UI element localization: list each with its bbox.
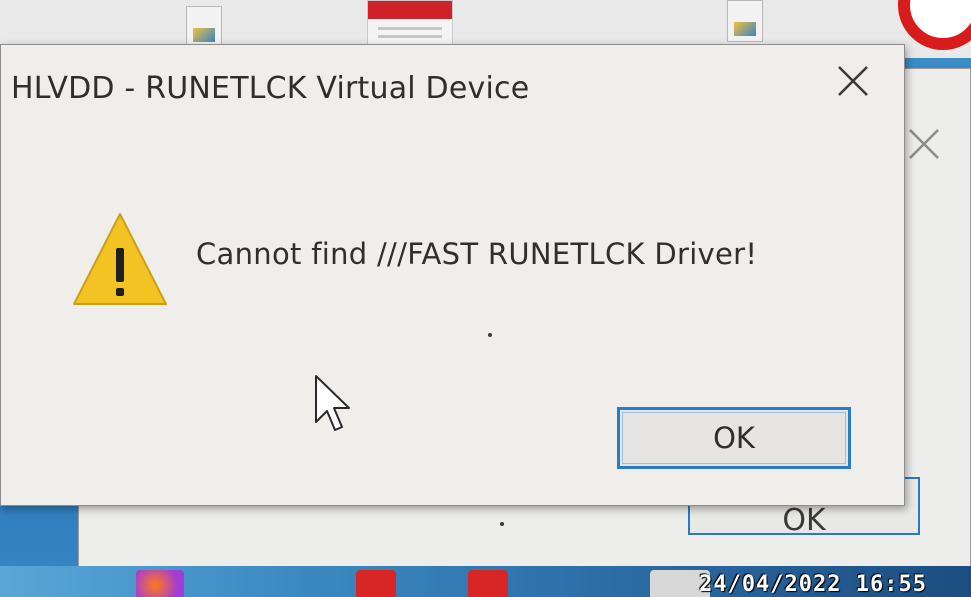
close-button[interactable] [823,59,883,103]
close-icon [838,66,868,96]
screen-speck [500,522,504,526]
app-icon[interactable] [356,570,396,597]
desktop-scene: oi-r OK HLVDD - RUNETLCK Virtual Device … [0,0,971,597]
pdf-line [378,27,442,30]
ok-button-label: OK [713,421,755,455]
document-icon[interactable] [186,6,222,48]
warning-icon [71,210,169,308]
mouse-cursor-icon [313,374,353,436]
error-dialog: HLVDD - RUNETLCK Virtual Device Cannot f… [0,44,905,506]
photo-timestamp: 24/04/2022 16:55 [699,572,927,597]
error-message: Cannot find ///FAST RUNETLCK Driver! [196,237,758,271]
pdf-line [378,35,442,38]
background-close-icon[interactable] [906,126,942,162]
dialog-title: HLVDD - RUNETLCK Virtual Device [11,71,530,106]
pdf-file-icon[interactable] [367,0,453,46]
firefox-icon[interactable] [136,570,184,597]
ok-button[interactable]: OK [617,407,851,469]
screen-speck [488,333,492,337]
app-icon[interactable] [468,570,508,597]
document-icon[interactable] [727,0,763,42]
pdf-band [368,1,452,19]
